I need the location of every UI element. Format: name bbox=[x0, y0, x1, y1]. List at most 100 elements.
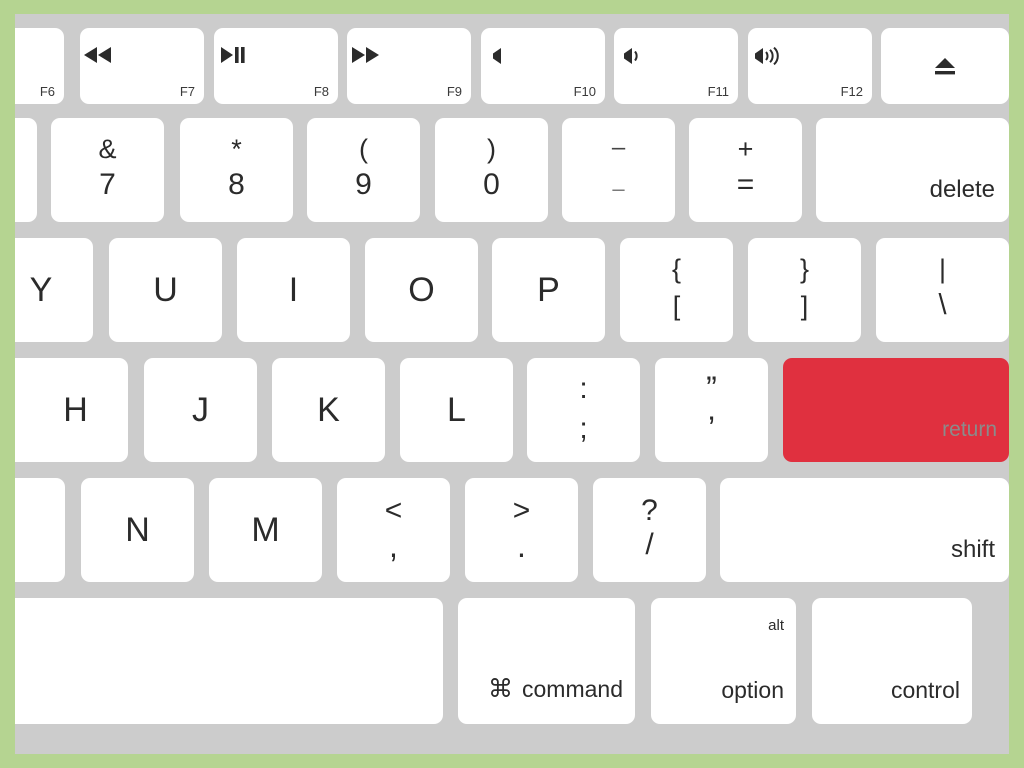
keyboard-illustration: F6 F7 F8 F9 F10 F11 F12 & 7 * 8 (9) 0 … bbox=[0, 0, 1024, 768]
volume-up-icon bbox=[748, 45, 872, 67]
key-f6[interactable]: F6 bbox=[15, 28, 64, 104]
key-f10[interactable]: F10 bbox=[481, 28, 605, 104]
key-l-label: L bbox=[447, 391, 466, 429]
key-control-label: control bbox=[890, 677, 960, 703]
key-7-lower: 7 bbox=[99, 168, 116, 201]
key-0-upper: ) bbox=[487, 134, 496, 164]
key-j[interactable]: J bbox=[144, 358, 257, 462]
command-icon: ⌘ bbox=[488, 675, 514, 703]
key-f11[interactable]: F11 bbox=[614, 28, 738, 104]
key-option-secondary-label: alt bbox=[768, 617, 784, 634]
zxcv-row: N M < , > . ? / shift bbox=[15, 478, 1009, 582]
key-m-label: M bbox=[251, 511, 280, 549]
key-comma[interactable]: < , bbox=[337, 478, 450, 582]
key-bracket-left[interactable]: { [ bbox=[620, 238, 733, 342]
key-7-upper: & bbox=[98, 134, 117, 164]
key-space[interactable] bbox=[15, 598, 443, 724]
key-option[interactable]: alt option bbox=[651, 598, 796, 724]
key-y[interactable]: Y bbox=[15, 238, 93, 342]
key-semicolon-upper: : bbox=[579, 372, 588, 405]
key-0[interactable]: ) 0 bbox=[435, 118, 548, 222]
eject-icon bbox=[881, 53, 1009, 79]
key-period-lower: . bbox=[517, 528, 526, 564]
key-slash-upper: ? bbox=[641, 494, 658, 527]
key-slash[interactable]: ? / bbox=[593, 478, 706, 582]
key-k-label: K bbox=[317, 391, 340, 429]
mute-icon bbox=[481, 45, 605, 67]
key-f9[interactable]: F9 bbox=[347, 28, 471, 104]
key-backslash-lower: \ bbox=[938, 289, 947, 321]
home-row: H J K L : ; ” ’ return bbox=[15, 358, 1009, 462]
key-minus-lower: – bbox=[612, 176, 625, 201]
key-u-label: U bbox=[153, 271, 178, 309]
key-minus[interactable]: – – bbox=[562, 118, 675, 222]
bottom-row: ⌘ command alt option control bbox=[15, 598, 1009, 724]
key-j-label: J bbox=[192, 391, 209, 429]
key-comma-upper: < bbox=[384, 494, 403, 527]
key-b[interactable] bbox=[15, 478, 65, 582]
key-option-label: option bbox=[721, 677, 784, 703]
key-m[interactable]: M bbox=[209, 478, 322, 582]
number-row: & 7 * 8 ( 9 ) 0 – – + = delete bbox=[15, 118, 1009, 222]
key-i[interactable]: I bbox=[237, 238, 350, 342]
key-6[interactable] bbox=[15, 118, 37, 222]
key-comma-lower: , bbox=[389, 528, 398, 564]
key-f8-label: F8 bbox=[313, 84, 329, 99]
key-equal[interactable]: + = bbox=[689, 118, 802, 222]
key-p[interactable]: P bbox=[492, 238, 605, 342]
key-f11-label: F11 bbox=[707, 84, 729, 99]
key-bracket-right-upper: } bbox=[799, 254, 810, 284]
key-h-label: H bbox=[63, 391, 88, 429]
key-bracket-right[interactable]: } ] bbox=[748, 238, 861, 342]
key-k[interactable]: K bbox=[272, 358, 385, 462]
key-9-upper: ( bbox=[359, 134, 368, 164]
key-f7[interactable]: F7 bbox=[80, 28, 204, 104]
key-o[interactable]: O bbox=[365, 238, 478, 342]
key-quote-upper: ” bbox=[706, 370, 717, 406]
volume-down-icon bbox=[614, 45, 738, 67]
key-command-label: command bbox=[522, 676, 623, 702]
key-u[interactable]: U bbox=[109, 238, 222, 342]
key-7[interactable]: & 7 bbox=[51, 118, 164, 222]
key-eject[interactable] bbox=[881, 28, 1009, 104]
key-f7-label: F7 bbox=[179, 84, 195, 99]
key-command[interactable]: ⌘ command bbox=[458, 598, 635, 724]
key-9[interactable]: ( 9 bbox=[307, 118, 420, 222]
key-f9-label: F9 bbox=[446, 84, 462, 99]
key-control[interactable]: control bbox=[812, 598, 972, 724]
play-pause-icon bbox=[214, 45, 338, 65]
key-n[interactable]: N bbox=[81, 478, 194, 582]
key-y-label: Y bbox=[29, 271, 53, 309]
key-i-label: I bbox=[288, 271, 299, 309]
key-semicolon[interactable]: : ; bbox=[527, 358, 640, 462]
key-equal-lower: = bbox=[736, 168, 755, 201]
key-shift-label: shift bbox=[950, 536, 995, 563]
key-slash-lower: / bbox=[645, 528, 654, 561]
key-bracket-left-lower: [ bbox=[672, 291, 681, 321]
key-period[interactable]: > . bbox=[465, 478, 578, 582]
key-p-label: P bbox=[537, 271, 560, 309]
key-quote[interactable]: ” ’ bbox=[655, 358, 768, 462]
key-bracket-right-lower: ] bbox=[800, 291, 809, 321]
key-return[interactable]: return bbox=[783, 358, 1009, 462]
key-shift[interactable]: shift bbox=[720, 478, 1009, 582]
rewind-icon bbox=[80, 45, 204, 65]
key-quote-lower: ’ bbox=[707, 410, 716, 446]
key-f6-label: F6 bbox=[39, 84, 55, 99]
key-f8[interactable]: F8 bbox=[214, 28, 338, 104]
qwerty-row: Y U I O P { [ }] | \ bbox=[15, 238, 1009, 342]
keyboard-body: F6 F7 F8 F9 F10 F11 F12 & 7 * 8 (9) 0 … bbox=[15, 14, 1009, 754]
key-f12-label: F12 bbox=[840, 84, 863, 99]
key-backslash-upper: | bbox=[938, 254, 946, 284]
key-n-label: N bbox=[125, 511, 150, 549]
key-8-upper: * bbox=[231, 134, 242, 164]
key-delete-label: delete bbox=[929, 176, 995, 203]
key-delete[interactable]: delete bbox=[816, 118, 1009, 222]
key-h[interactable]: H bbox=[15, 358, 128, 462]
key-return-label: return bbox=[942, 418, 997, 441]
key-f12[interactable]: F12 bbox=[748, 28, 872, 104]
key-equal-upper: + bbox=[737, 134, 754, 164]
key-l[interactable]: L bbox=[400, 358, 513, 462]
key-8[interactable]: * 8 bbox=[180, 118, 293, 222]
key-backslash[interactable]: | \ bbox=[876, 238, 1009, 342]
